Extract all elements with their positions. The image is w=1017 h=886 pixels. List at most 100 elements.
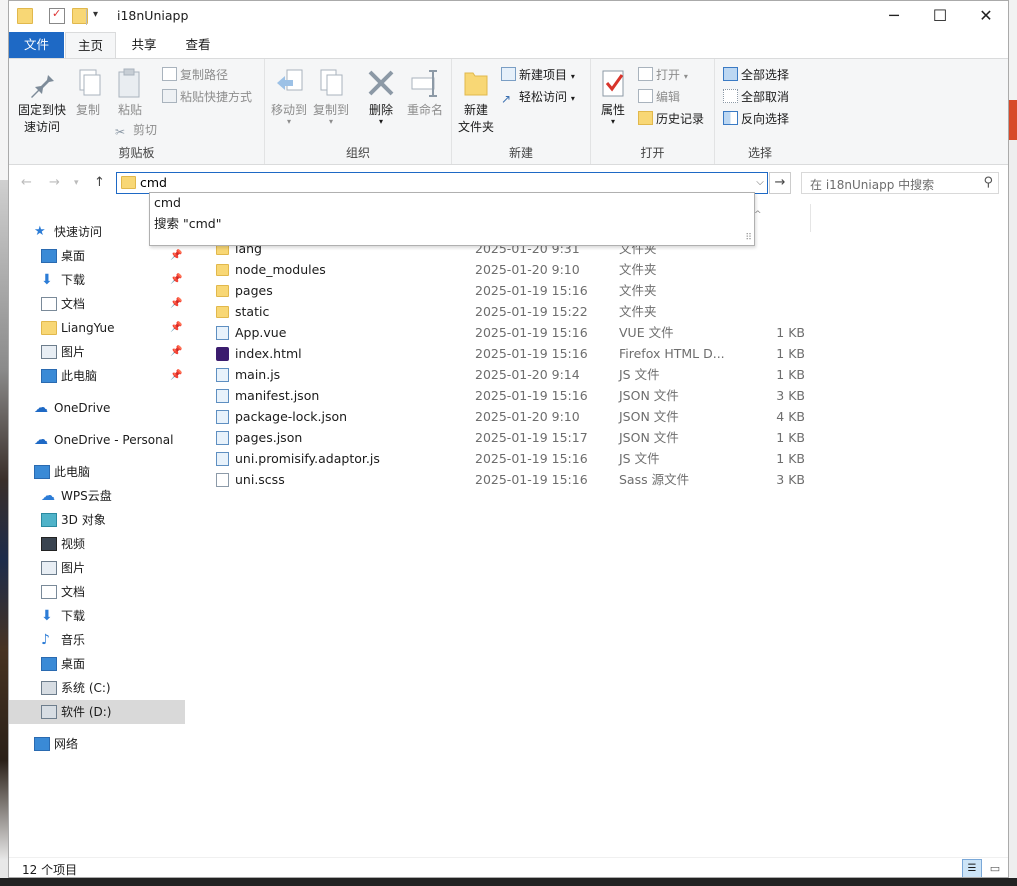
address-bar[interactable]: ⌵ xyxy=(116,172,768,194)
ribbon-tabs: 文件 主页 共享 查看 ︿ ? xyxy=(9,32,1008,84)
resize-grip-icon[interactable]: ⠿ xyxy=(745,233,752,243)
desktop-background-right xyxy=(1008,0,1017,886)
nav-onedrive[interactable]: ☁ OneDrive xyxy=(9,396,185,420)
history-button[interactable]: 历史记录 xyxy=(638,111,704,127)
pin-icon[interactable]: 📌 xyxy=(170,364,182,388)
pin-icon[interactable]: 📌 xyxy=(170,292,182,316)
nav-item-documents[interactable]: 文档 📌 xyxy=(9,292,185,316)
search-box[interactable]: 在 i18nUniapp 中搜索 ⚲ xyxy=(801,172,999,194)
star-icon: ★ xyxy=(34,224,46,239)
pin-icon[interactable]: 📌 xyxy=(170,316,182,340)
nav-item-desktop[interactable]: 桌面 📌 xyxy=(9,244,185,268)
file-row[interactable]: package-lock.json 2025-01-20 9:10 JSON 文件 4… xyxy=(210,406,830,427)
file-row[interactable]: node_modules 2025-01-20 9:10 文件夹 xyxy=(210,259,830,280)
file-date: 2025-01-19 15:16 xyxy=(475,472,588,487)
file-name: pages.json xyxy=(235,430,303,445)
new-item-button[interactable]: 新建项目 ▾ xyxy=(501,67,575,85)
file-row[interactable]: App.vue 2025-01-19 15:16 VUE 文件 1 KB xyxy=(210,322,830,343)
file-row[interactable]: index.html 2025-01-19 15:16 Firefox HTML D… xyxy=(210,343,830,364)
nav-item-pictures[interactable]: 图片 📌 xyxy=(9,340,185,364)
rename-button[interactable]: 重命名 xyxy=(405,67,445,119)
move-to-button[interactable]: 移动到 ▾ xyxy=(269,67,309,126)
file-row[interactable]: uni.promisify.adaptor.js 2025-01-19 15:16… xyxy=(210,448,830,469)
nav-item-videos[interactable]: 视频 xyxy=(9,532,185,556)
address-input[interactable] xyxy=(140,175,740,190)
edit-icon xyxy=(638,89,653,103)
paste-button[interactable]: 粘贴 xyxy=(112,67,148,119)
suggestion-item[interactable]: 搜索 "cmd" xyxy=(154,213,221,232)
properties-icon[interactable]: ✓ xyxy=(49,7,65,24)
open-button[interactable]: 打开 ▾ xyxy=(638,67,688,85)
maximize-button[interactable]: ☐ xyxy=(917,1,963,32)
tab-view[interactable]: 查看 xyxy=(171,32,225,58)
nav-item-music[interactable]: ♪ 音乐 xyxy=(9,628,185,652)
cut-button[interactable]: ✂ 剪切 xyxy=(115,122,157,139)
edit-button[interactable]: 编辑 xyxy=(638,89,680,105)
search-placeholder: 在 i18nUniapp 中搜索 xyxy=(810,178,935,192)
forward-icon[interactable]: → xyxy=(49,175,60,190)
nav-onedrive-personal[interactable]: ☁ OneDrive - Personal xyxy=(9,428,185,452)
nav-item-drive-c[interactable]: 系统 (C:) xyxy=(9,676,185,700)
nav-item-downloads-pc[interactable]: ⬇ 下载 xyxy=(9,604,185,628)
file-date: 2025-01-19 15:16 xyxy=(475,388,588,403)
nav-network[interactable]: 网络 xyxy=(9,732,185,756)
edit-label: 编辑 xyxy=(656,90,681,104)
sort-arrow-icon[interactable]: ^ xyxy=(754,210,762,220)
chevron-down-icon: ▾ xyxy=(570,72,575,81)
details-view-icon[interactable]: ☰ xyxy=(962,859,982,877)
copy-path-button[interactable]: 复制路径 xyxy=(162,67,228,83)
invert-selection-button[interactable]: 反向选择 xyxy=(723,111,789,127)
nav-item-pictures-pc[interactable]: 图片 xyxy=(9,556,185,580)
nav-item-drive-d[interactable]: 软件 (D:) xyxy=(9,700,185,724)
new-folder-button[interactable]: 新建 文件夹 xyxy=(456,67,496,136)
close-button[interactable]: ✕ xyxy=(963,1,1008,32)
up-icon[interactable]: ↑ xyxy=(94,175,105,190)
nav-item-downloads[interactable]: ⬇ 下载 📌 xyxy=(9,268,185,292)
tab-home[interactable]: 主页 xyxy=(65,32,116,59)
customize-toolbar-icon[interactable]: ▾ xyxy=(93,9,109,25)
nav-item-wps-cloud[interactable]: ☁ WPS云盘 xyxy=(9,484,185,508)
large-icons-view-icon[interactable]: ▭ xyxy=(986,860,1004,877)
pin-quick-access-button[interactable]: 固定到快 速访问 xyxy=(14,67,70,136)
suggestion-item[interactable]: cmd xyxy=(154,195,181,210)
file-row[interactable]: uni.scss 2025-01-19 15:16 Sass 源文件 3 KB xyxy=(210,469,830,490)
tab-share[interactable]: 共享 xyxy=(117,32,171,58)
cube-icon xyxy=(41,513,57,527)
file-size: 1 KB xyxy=(776,367,805,382)
paste-shortcut-button[interactable]: 粘贴快捷方式 xyxy=(162,89,252,105)
file-name: index.html xyxy=(235,346,302,361)
nav-item-liangyue[interactable]: LiangYue 📌 xyxy=(9,316,185,340)
file-date: 2025-01-20 9:10 xyxy=(475,262,580,277)
properties-button[interactable]: 属性 ▾ xyxy=(593,67,633,126)
copy-button[interactable]: 复制 xyxy=(73,67,103,119)
ribbon: 固定到快 速访问 复制 粘贴 复制路径 粘贴快捷方式 ✂ 剪切 剪贴板 移动到 ▾ xyxy=(9,58,1008,165)
column-divider[interactable] xyxy=(810,204,811,232)
delete-button[interactable]: 删除 ▾ xyxy=(365,67,397,126)
recent-locations-icon[interactable]: ▾ xyxy=(74,178,79,188)
nav-item-desktop-pc[interactable]: 桌面 xyxy=(9,652,185,676)
address-dropdown-icon[interactable]: ⌵ xyxy=(753,174,767,192)
minimize-button[interactable]: ─ xyxy=(871,1,917,32)
go-button[interactable]: → xyxy=(769,172,791,194)
select-all-button[interactable]: 全部选择 xyxy=(723,67,789,83)
pin-icon[interactable]: 📌 xyxy=(170,244,182,268)
file-row[interactable]: pages 2025-01-19 15:16 文件夹 xyxy=(210,280,830,301)
folder-icon[interactable] xyxy=(17,8,33,24)
file-row[interactable]: static 2025-01-19 15:22 文件夹 xyxy=(210,301,830,322)
nav-item-this-pc-qa[interactable]: 此电脑 📌 xyxy=(9,364,185,388)
invert-selection-label: 反向选择 xyxy=(741,112,790,126)
pin-icon[interactable]: 📌 xyxy=(170,268,182,292)
back-icon[interactable]: ← xyxy=(21,175,32,190)
nav-item-documents-pc[interactable]: 文档 xyxy=(9,580,185,604)
easy-access-button[interactable]: ↗ 轻松访问 ▾ xyxy=(501,89,575,107)
select-none-button[interactable]: 全部取消 xyxy=(723,89,789,105)
tab-file[interactable]: 文件 xyxy=(9,32,64,58)
copy-to-button[interactable]: 复制到 ▾ xyxy=(311,67,351,126)
file-row[interactable]: manifest.json 2025-01-19 15:16 JSON 文件 3 KB xyxy=(210,385,830,406)
pin-icon[interactable]: 📌 xyxy=(170,340,182,364)
file-row[interactable]: pages.json 2025-01-19 15:17 JSON 文件 1 KB xyxy=(210,427,830,448)
nav-item-3d-objects[interactable]: 3D 对象 xyxy=(9,508,185,532)
search-icon[interactable]: ⚲ xyxy=(983,175,993,190)
file-row[interactable]: main.js 2025-01-20 9:14 JS 文件 1 KB xyxy=(210,364,830,385)
nav-this-pc[interactable]: 此电脑 xyxy=(9,460,185,484)
